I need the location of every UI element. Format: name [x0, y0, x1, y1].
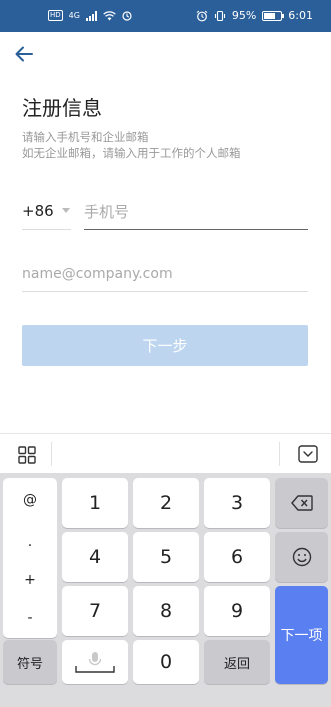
- signal-label: 4G: [68, 11, 80, 20]
- status-left: HD 4G: [48, 10, 132, 21]
- emoji-icon: [292, 547, 311, 567]
- hd-badge: HD: [48, 10, 63, 21]
- email-input[interactable]: [22, 257, 308, 291]
- key-6[interactable]: 6: [204, 532, 270, 582]
- key-1[interactable]: 1: [62, 478, 128, 528]
- page-subtitle-line-1: 请输入手机号和企业邮箱: [22, 130, 149, 144]
- key-8[interactable]: 8: [133, 586, 199, 636]
- chevron-down-icon[interactable]: [62, 208, 70, 213]
- status-right: 95% 6:01: [196, 9, 313, 22]
- next-button[interactable]: 下一步: [22, 325, 308, 366]
- country-code-underline: [22, 229, 71, 230]
- page-title: 注册信息: [22, 96, 102, 120]
- key-plus[interactable]: +: [3, 572, 57, 588]
- key-4[interactable]: 4: [62, 532, 128, 582]
- next-field-key[interactable]: 下一项: [275, 586, 328, 684]
- microphone-icon: [75, 652, 115, 673]
- toolbar-divider: [51, 442, 52, 466]
- hide-keyboard-icon[interactable]: [298, 445, 318, 463]
- wifi-icon: [103, 10, 116, 20]
- toolbar-divider: [279, 442, 280, 466]
- emoji-key[interactable]: [275, 532, 328, 582]
- key-minus[interactable]: -: [3, 610, 57, 626]
- return-key[interactable]: 返回: [204, 640, 270, 684]
- back-arrow-icon[interactable]: [13, 43, 35, 65]
- battery-percent: 95%: [231, 9, 257, 22]
- key-9[interactable]: 9: [204, 586, 270, 636]
- key-7[interactable]: 7: [62, 586, 128, 636]
- symbol-column: @ . + -: [3, 478, 57, 638]
- space-voice-key[interactable]: [62, 640, 128, 684]
- key-5[interactable]: 5: [133, 532, 199, 582]
- email-underline: [22, 291, 308, 292]
- keyboard-menu-grid-icon[interactable]: [18, 446, 36, 464]
- page-subtitle-line-2: 如无企业邮箱，请输入用于工作的个人邮箱: [22, 146, 241, 160]
- key-at[interactable]: @: [3, 492, 57, 508]
- key-dot[interactable]: .: [3, 534, 57, 550]
- status-bar: HD 4G 95% 6:01: [0, 0, 331, 32]
- country-code-selector[interactable]: +86: [22, 202, 54, 220]
- key-3[interactable]: 3: [204, 478, 270, 528]
- backspace-key[interactable]: [275, 478, 328, 528]
- backspace-icon: [290, 495, 313, 511]
- signal-bars-icon: [85, 10, 97, 21]
- vibrate-icon: [214, 10, 225, 21]
- alarm-icon: [196, 10, 208, 21]
- clock: 6:01: [288, 9, 313, 22]
- symbols-key[interactable]: 符号: [3, 640, 57, 684]
- numeric-keyboard: @ . + - 1 2 3 4 5 6 7 8 9 下一项 符号 0 返回: [0, 473, 331, 707]
- keyboard-toolbar: [0, 433, 331, 473]
- battery-icon: [262, 10, 285, 21]
- phone-underline: [84, 229, 308, 230]
- data-saver-icon: [122, 10, 132, 21]
- key-2[interactable]: 2: [133, 478, 199, 528]
- phone-input[interactable]: [84, 195, 308, 229]
- key-0[interactable]: 0: [133, 640, 199, 684]
